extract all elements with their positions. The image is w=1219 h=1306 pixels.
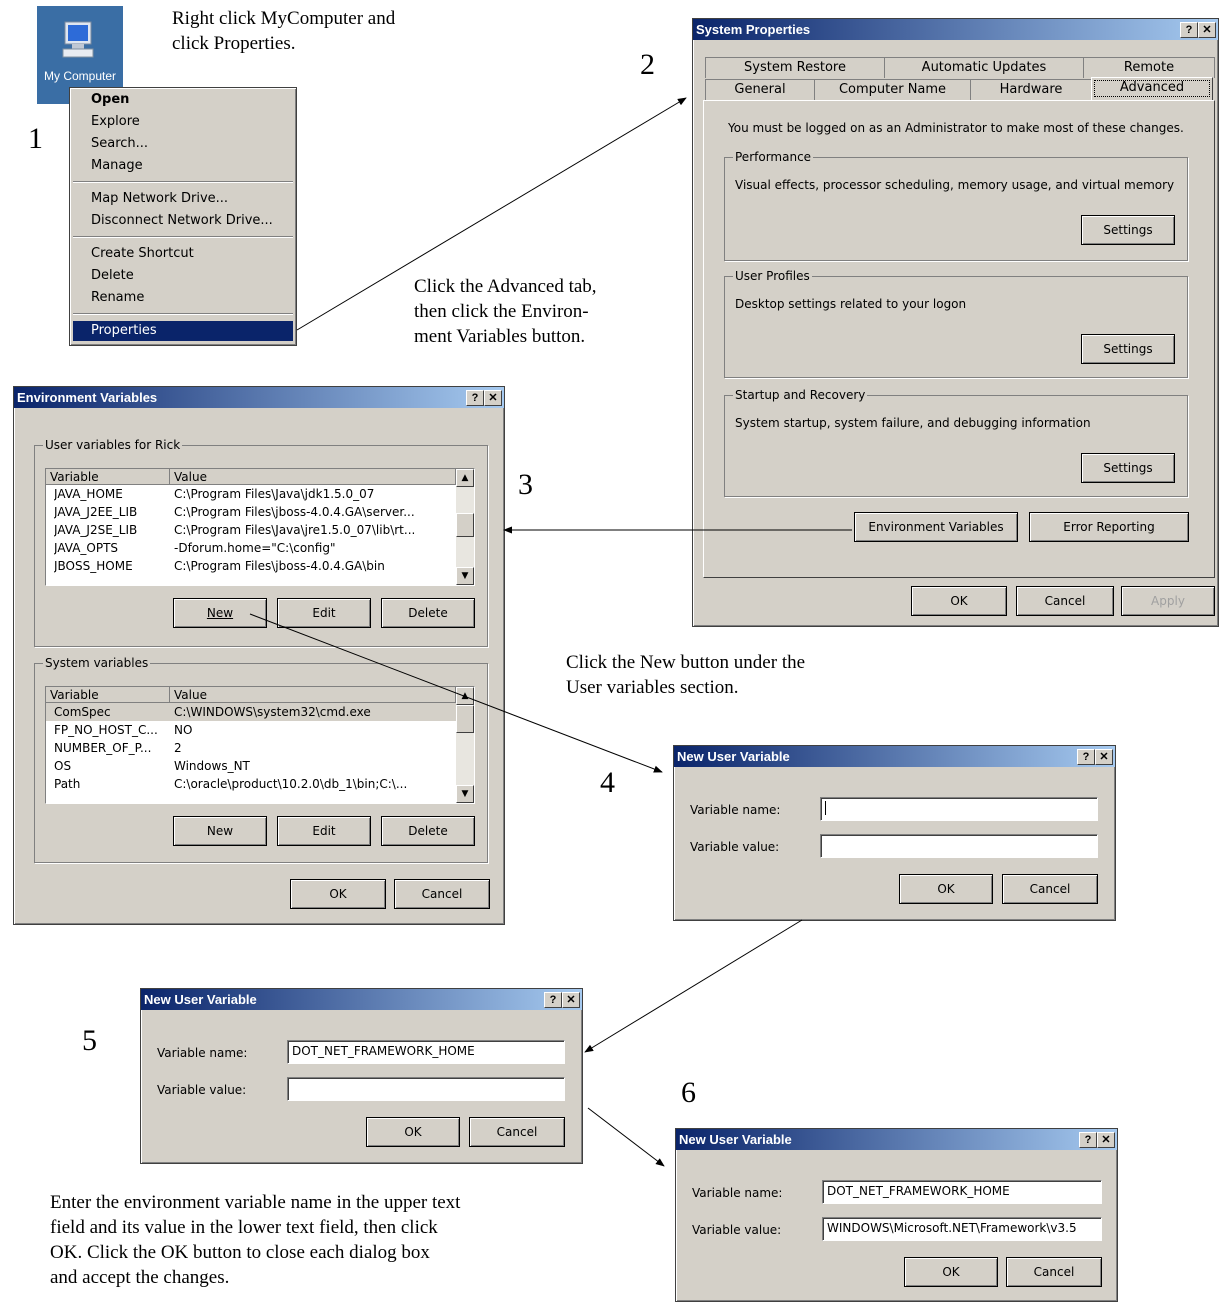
arrow-step3-to-step4 [249,613,663,773]
arrow-step4-to-step5 [584,919,803,1053]
step-arrows [249,97,852,1167]
arrow-step5-to-step6 [587,1107,665,1167]
arrow-step1-to-step2 [296,97,687,331]
